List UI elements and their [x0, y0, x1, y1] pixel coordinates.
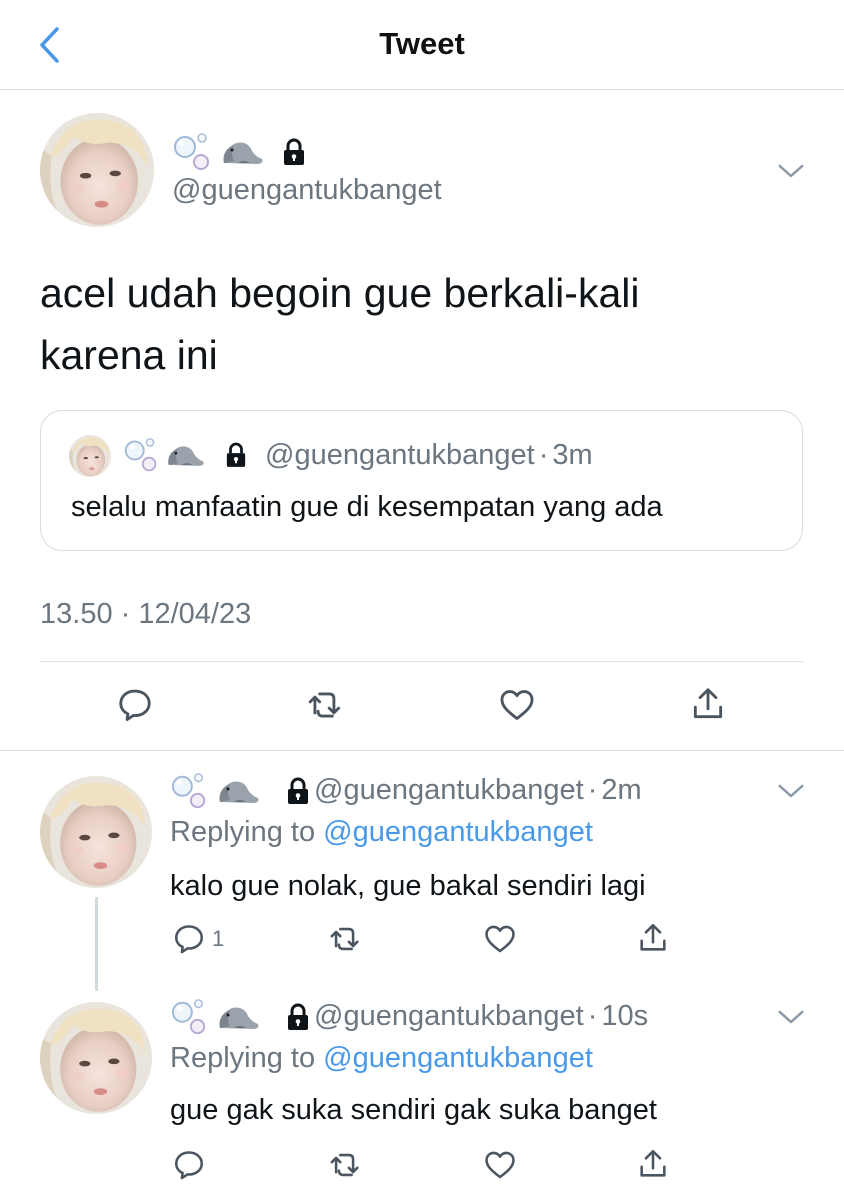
reply-handle[interactable]: @guengantukbanget: [314, 774, 584, 806]
lock-icon: [225, 442, 247, 468]
reply-time: 10s: [601, 1000, 649, 1032]
reply-button[interactable]: 1: [172, 922, 224, 956]
quote-time: 3m: [552, 439, 593, 471]
top-bar: Tweet: [0, 0, 844, 90]
bubbles-emoji-icon: [172, 132, 212, 172]
quote-text: selalu manfaatin gue di kesempatan yang …: [71, 491, 663, 523]
tweet-text-line-2: karena ini: [40, 332, 218, 378]
tweet-text: acel udah begoin gue berkali-kali karena…: [40, 262, 800, 386]
bubbles-emoji-icon: [170, 772, 208, 810]
replying-to-label: Replying to: [170, 1042, 324, 1074]
like-button[interactable]: [482, 922, 518, 956]
like-icon: [482, 1148, 518, 1182]
retweet-button[interactable]: [328, 922, 364, 956]
reply-separator: ·: [587, 774, 598, 806]
quote-separator: ·: [538, 439, 549, 471]
tweet-text-line-1: acel udah begoin gue berkali-kali: [40, 270, 640, 316]
reply-button[interactable]: [116, 686, 154, 724]
like-icon: [482, 922, 518, 956]
share-icon: [636, 1146, 670, 1182]
more-options-chevron-down-icon[interactable]: [776, 156, 806, 186]
quote-handle-meta: @guengantukbanget · 3m: [265, 439, 593, 472]
retweet-icon: [306, 686, 346, 724]
reply-handle-meta: @guengantukbanget · 10s: [314, 1000, 648, 1033]
retweet-button[interactable]: [306, 686, 346, 724]
avatar[interactable]: [40, 113, 154, 227]
replying-to-link[interactable]: @guengantukbanget: [323, 816, 593, 848]
bubbles-emoji-icon: [123, 437, 159, 473]
like-button[interactable]: [482, 1148, 518, 1182]
reply-handle-meta: @guengantukbanget · 2m: [314, 774, 642, 807]
display-name: [172, 132, 306, 172]
divider: [0, 750, 844, 751]
replying-to: Replying to @guengantukbanget: [170, 816, 593, 849]
reply-display-name: [170, 772, 310, 810]
share-button[interactable]: [636, 920, 670, 956]
reply-text: kalo gue nolak, gue bakal sendiri lagi: [170, 870, 646, 902]
seal-emoji-icon: [220, 137, 264, 167]
reply-time: 2m: [601, 774, 642, 806]
reply-icon: [172, 1148, 206, 1182]
bubbles-emoji-icon: [170, 998, 208, 1036]
share-button[interactable]: [689, 684, 727, 724]
share-icon: [636, 920, 670, 956]
reply-display-name: [170, 998, 310, 1036]
share-button[interactable]: [636, 1146, 670, 1182]
reply-count: 1: [212, 926, 225, 951]
quote-handle: @guengantukbanget: [265, 439, 535, 471]
seal-emoji-icon: [165, 441, 205, 469]
reply-separator: ·: [587, 1000, 598, 1032]
like-icon: [497, 686, 537, 724]
reply-icon: [116, 686, 154, 724]
thread-connector-line: [95, 897, 98, 991]
share-icon: [689, 684, 727, 724]
retweet-icon: [328, 1148, 364, 1182]
lock-icon: [286, 1003, 310, 1031]
quote-display-name: [123, 437, 247, 473]
reply-button[interactable]: [172, 1148, 212, 1182]
tweet-timestamp: 13.50 · 12/04/23: [40, 598, 252, 630]
avatar[interactable]: [40, 1002, 152, 1114]
more-options-chevron-down-icon[interactable]: [776, 1002, 806, 1032]
page-title: Tweet: [379, 26, 465, 61]
avatar[interactable]: [40, 776, 152, 888]
seal-emoji-icon: [216, 776, 260, 806]
seal-emoji-icon: [216, 1002, 260, 1032]
quoted-tweet[interactable]: @guengantukbanget · 3m selalu manfaatin gu…: [40, 410, 803, 551]
retweet-button[interactable]: [328, 1148, 364, 1182]
replying-to-label: Replying to: [170, 816, 324, 848]
lock-icon: [286, 777, 310, 805]
quote-avatar: [69, 435, 111, 477]
like-button[interactable]: [497, 686, 537, 724]
retweet-icon: [328, 922, 364, 956]
reply-icon: [172, 922, 206, 956]
tweet-handle[interactable]: @guengantukbanget: [172, 174, 442, 207]
lock-icon: [282, 138, 306, 166]
divider: [40, 661, 803, 662]
replying-to-link[interactable]: @guengantukbanget: [323, 1042, 593, 1074]
more-options-chevron-down-icon[interactable]: [776, 776, 806, 806]
replying-to: Replying to @guengantukbanget: [170, 1042, 593, 1075]
reply-text: gue gak suka sendiri gak suka banget: [170, 1094, 657, 1126]
reply-handle[interactable]: @guengantukbanget: [314, 1000, 584, 1032]
